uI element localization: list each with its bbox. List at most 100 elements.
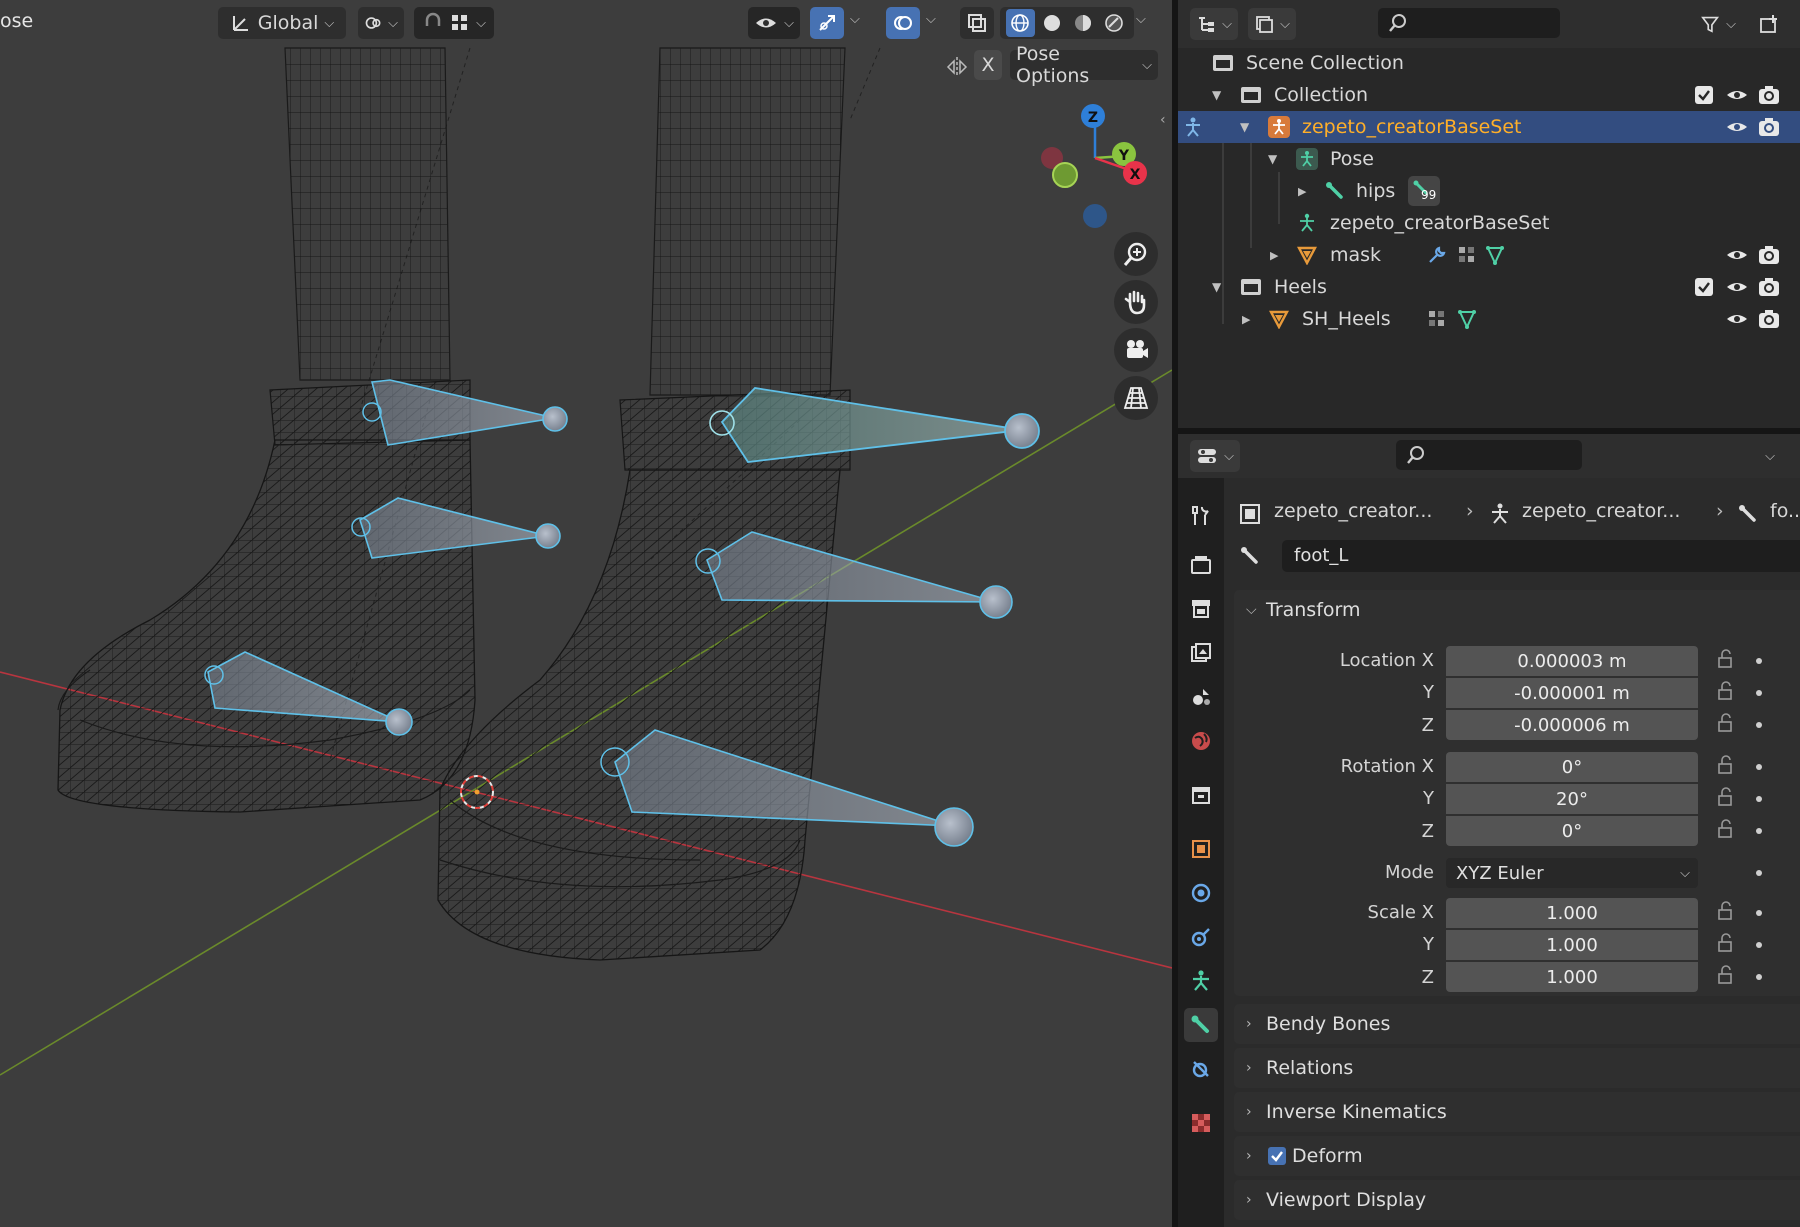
lock-icon[interactable] <box>1716 754 1738 776</box>
outliner-row-heels[interactable]: ▼ Heels <box>1178 271 1800 303</box>
wrench-icon[interactable] <box>1426 244 1448 266</box>
tab-view-layer[interactable] <box>1184 636 1218 670</box>
panel-header[interactable]: › Viewport Display <box>1234 1180 1800 1220</box>
outliner-row-scene-collection[interactable]: Scene Collection <box>1178 47 1800 79</box>
outliner-row-sh-heels[interactable]: ▶ SH_Heels <box>1178 303 1800 335</box>
lock-icon[interactable] <box>1716 680 1738 702</box>
visibility-dropdown[interactable]: ⌵ <box>748 7 800 39</box>
bendy-bones-panel[interactable]: › Bendy Bones <box>1234 1004 1800 1044</box>
wireframe-shading-button[interactable] <box>1006 9 1035 37</box>
keyframe-dot[interactable] <box>1756 910 1762 916</box>
rendered-shading-button[interactable] <box>1101 9 1128 37</box>
bone-name-field[interactable]: foot_L <box>1282 540 1800 572</box>
snap-controls[interactable]: ⌵ <box>414 7 494 39</box>
navigation-gizmo[interactable] <box>1041 118 1136 228</box>
pose-mode-icon[interactable] <box>1182 116 1204 138</box>
mirror-toggle[interactable] <box>944 54 970 80</box>
eye-icon[interactable] <box>1726 84 1748 106</box>
new-collection-button[interactable] <box>1752 8 1786 40</box>
editor-type-dropdown[interactable]: ⌵ <box>1190 440 1240 472</box>
tab-armature-data[interactable] <box>1184 964 1218 998</box>
panel-header[interactable]: › Inverse Kinematics <box>1234 1092 1800 1132</box>
mesh-data-icon[interactable] <box>1484 244 1506 266</box>
mode-label[interactable]: ose <box>0 10 33 32</box>
eye-icon[interactable] <box>1726 244 1748 266</box>
keyframe-dot[interactable] <box>1756 796 1762 802</box>
transform-orientation-dropdown[interactable]: Global ⌵ <box>218 7 346 39</box>
expand-triangle-icon[interactable]: ▼ <box>1212 280 1221 294</box>
perspective-toggle-button[interactable] <box>1114 376 1158 420</box>
expand-triangle-icon[interactable]: ▼ <box>1212 88 1221 102</box>
eye-icon[interactable] <box>1726 276 1748 298</box>
tab-modifiers[interactable] <box>1184 876 1218 910</box>
gizmo-toggle[interactable] <box>810 7 844 39</box>
scale-z-field[interactable]: 1.000 <box>1446 962 1698 992</box>
keyframe-dot[interactable] <box>1756 690 1762 696</box>
solid-shading-button[interactable] <box>1039 9 1066 37</box>
panel-header[interactable]: › Bendy Bones <box>1234 1004 1800 1044</box>
outliner-row-mask[interactable]: ▶ mask <box>1178 239 1800 271</box>
pose-options-dropdown[interactable]: Pose Options ⌵ <box>1010 43 1158 87</box>
inverse-kinematics-panel[interactable]: › Inverse Kinematics <box>1234 1092 1800 1132</box>
keyframe-dot[interactable] <box>1756 764 1762 770</box>
3d-viewport[interactable]: Z Y X ose Global ⌵ ⌵ ⌵ ⌵ ⌵ ⌵ ⌵ X Pose Op… <box>0 0 1172 1227</box>
tab-scene[interactable] <box>1184 680 1218 714</box>
location-y-field[interactable]: -0.000001 m <box>1446 678 1698 708</box>
filter-dropdown[interactable]: ⌵ <box>1694 8 1742 40</box>
tab-collection[interactable] <box>1184 778 1218 812</box>
xray-toggle[interactable] <box>960 7 994 39</box>
expand-triangle-icon[interactable]: ▶ <box>1270 249 1278 262</box>
camera-render-icon[interactable] <box>1758 84 1780 106</box>
sidebar-toggle[interactable]: ‹ <box>1160 112 1166 128</box>
expand-triangle-icon[interactable]: ▼ <box>1268 152 1277 166</box>
editor-type-dropdown[interactable]: ⌵ <box>1190 8 1238 40</box>
keyframe-dot[interactable] <box>1756 658 1762 664</box>
mesh-data-icon[interactable] <box>1456 308 1478 330</box>
panel-header[interactable]: › Relations <box>1234 1048 1800 1088</box>
keyframe-dot[interactable] <box>1756 828 1762 834</box>
overlays-toggle[interactable] <box>886 7 920 39</box>
x-mirror-button[interactable]: X <box>974 50 1002 80</box>
location-x-field[interactable]: 0.000003 m <box>1446 646 1698 676</box>
scale-x-field[interactable]: 1.000 <box>1446 898 1698 928</box>
lock-icon[interactable] <box>1716 648 1738 670</box>
properties-search-input[interactable] <box>1396 440 1582 470</box>
outliner-row-armature-object[interactable]: ▼ zepeto_creatorBaseSet <box>1178 111 1800 143</box>
transform-panel-header[interactable]: ⌵ Transform <box>1234 590 1800 630</box>
eye-icon[interactable] <box>1726 116 1748 138</box>
rotation-y-field[interactable]: 20° <box>1446 784 1698 814</box>
exclude-checkbox[interactable] <box>1695 278 1713 296</box>
exclude-checkbox[interactable] <box>1695 86 1713 104</box>
tab-world[interactable] <box>1184 724 1218 758</box>
overlays-dropdown[interactable]: ⌵ <box>926 12 936 27</box>
lock-icon[interactable] <box>1716 900 1738 922</box>
rotation-mode-dropdown[interactable]: XYZ Euler ⌵ <box>1446 858 1698 888</box>
expand-triangle-icon[interactable]: ▼ <box>1240 120 1249 134</box>
tab-bone-constraints[interactable] <box>1184 1052 1218 1086</box>
options-dropdown[interactable]: ⌵ <box>1750 440 1790 472</box>
tab-constraints[interactable] <box>1184 920 1218 954</box>
lock-icon[interactable] <box>1716 786 1738 808</box>
tab-bone[interactable] <box>1184 1008 1218 1042</box>
keyframe-dot[interactable] <box>1756 942 1762 948</box>
relations-panel[interactable]: › Relations <box>1234 1048 1800 1088</box>
outliner-row-armature-data[interactable]: zepeto_creatorBaseSet <box>1178 207 1800 239</box>
lock-icon[interactable] <box>1716 818 1738 840</box>
tab-output[interactable] <box>1184 592 1218 626</box>
panel-header[interactable]: › Deform <box>1234 1136 1800 1176</box>
shading-dropdown[interactable]: ⌵ <box>1136 12 1146 27</box>
lock-icon[interactable] <box>1716 932 1738 954</box>
tab-tool[interactable] <box>1184 498 1218 532</box>
tab-object[interactable] <box>1184 832 1218 866</box>
deform-panel[interactable]: › Deform <box>1234 1136 1800 1176</box>
location-z-field[interactable]: -0.000006 m <box>1446 710 1698 740</box>
pan-button[interactable] <box>1114 280 1158 324</box>
expand-triangle-icon[interactable]: ▶ <box>1242 313 1250 326</box>
outliner-row-collection[interactable]: ▼ Collection <box>1178 79 1800 111</box>
deform-checkbox[interactable] <box>1268 1147 1286 1165</box>
zoom-button[interactable] <box>1114 232 1158 276</box>
viewport-display-panel[interactable]: › Viewport Display <box>1234 1180 1800 1220</box>
eye-icon[interactable] <box>1726 308 1748 330</box>
display-mode-dropdown[interactable]: ⌵ <box>1248 8 1296 40</box>
expand-triangle-icon[interactable]: ▶ <box>1298 185 1306 198</box>
